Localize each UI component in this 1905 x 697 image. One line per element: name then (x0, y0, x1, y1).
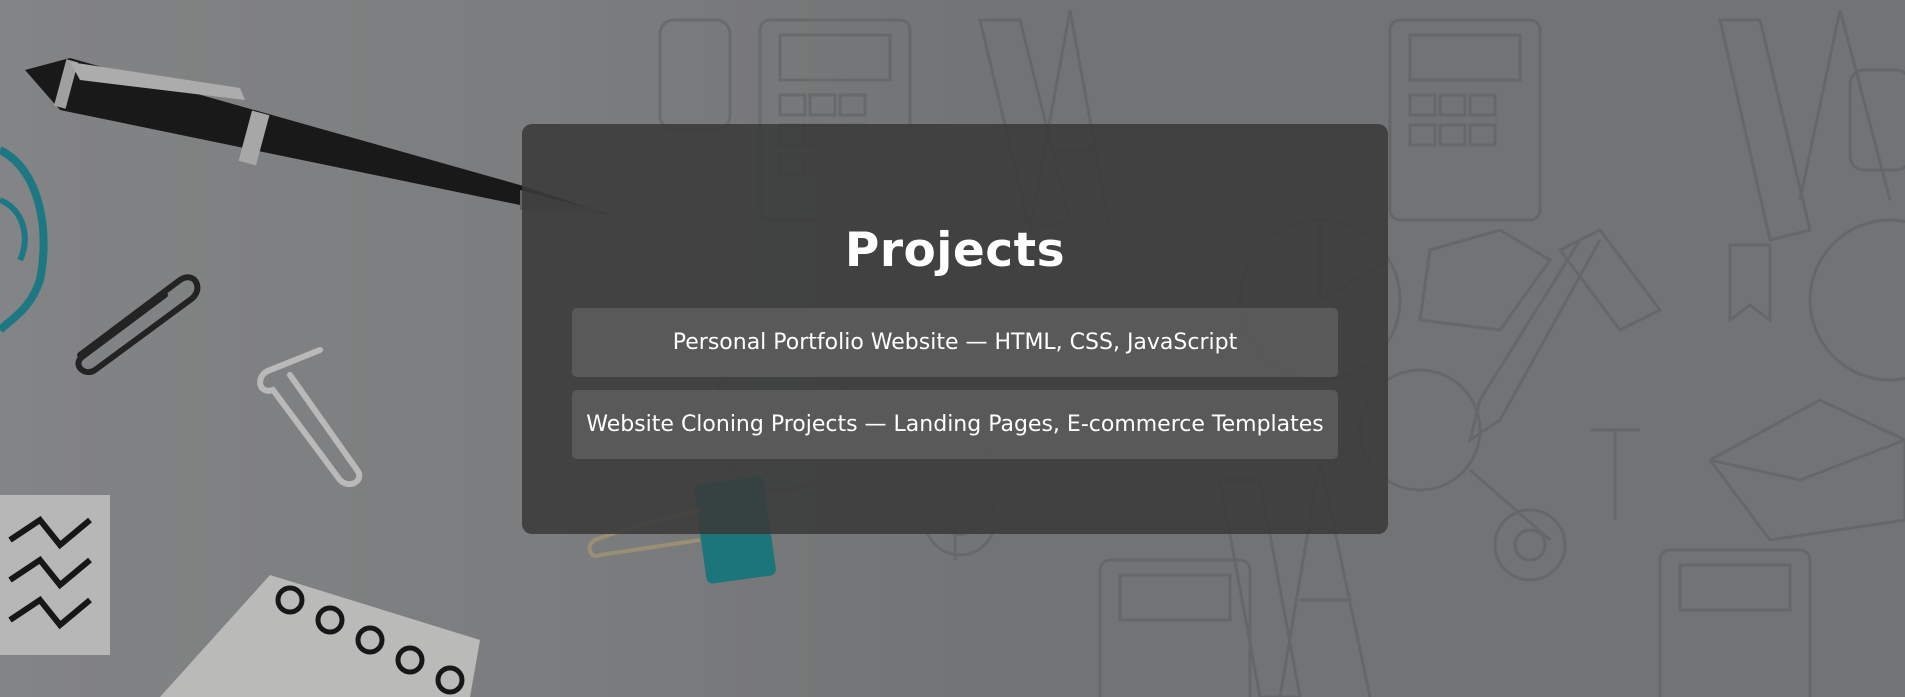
section-title: Projects (844, 223, 1066, 278)
project-item-portfolio[interactable]: Personal Portfolio Website — HTML, CSS, … (572, 308, 1338, 377)
project-list: Personal Portfolio Website — HTML, CSS, … (522, 308, 1388, 459)
projects-panel: Projects Personal Portfolio Website — HT… (522, 124, 1388, 534)
project-item-website-cloning[interactable]: Website Cloning Projects — Landing Pages… (572, 390, 1338, 459)
